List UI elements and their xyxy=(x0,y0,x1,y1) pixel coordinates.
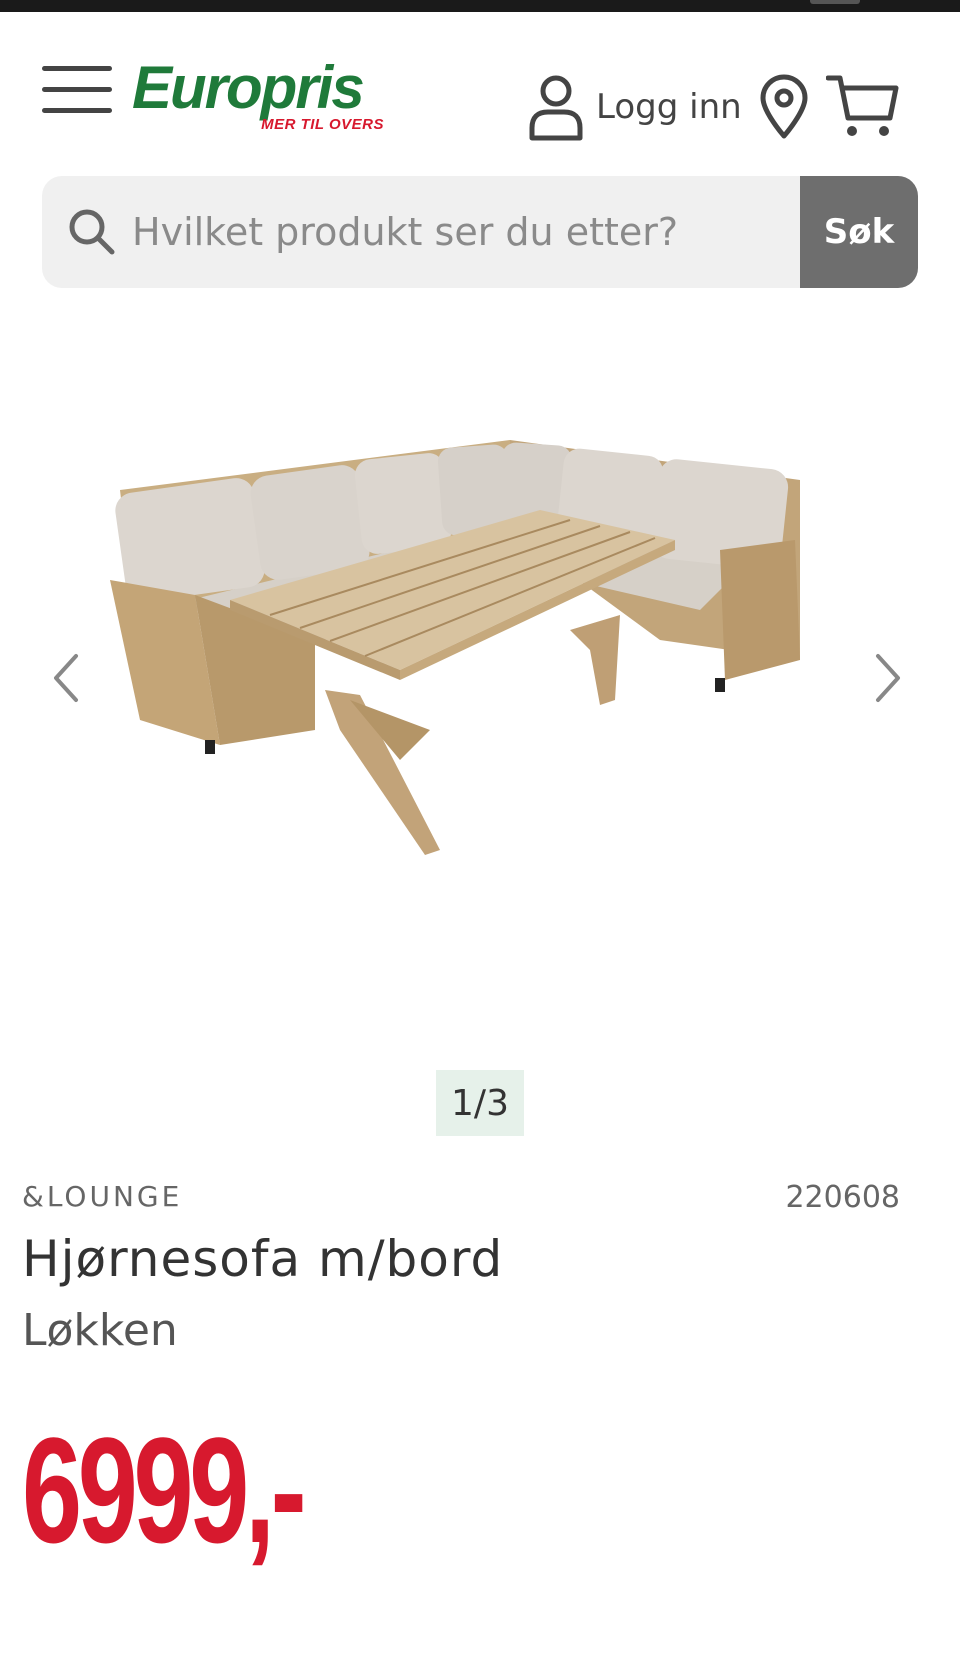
location-pin-icon[interactable] xyxy=(758,74,810,140)
product-sku: 220608 xyxy=(785,1180,900,1215)
menu-icon-line xyxy=(42,108,112,113)
product-title: Hjørnesofa m/bord xyxy=(22,1230,504,1288)
product-brand[interactable]: &LOUNGE xyxy=(22,1180,182,1213)
product-image xyxy=(110,440,800,855)
product-subtitle: Løkken xyxy=(22,1305,178,1356)
login-button[interactable]: Logg inn xyxy=(528,72,742,142)
logo-tagline: MER TIL OVERS xyxy=(261,116,384,133)
site-logo[interactable]: Europris MER TIL OVERS xyxy=(132,56,392,146)
image-counter: 1/3 xyxy=(436,1070,524,1136)
site-header: Europris MER TIL OVERS Logg inn xyxy=(0,12,960,162)
user-icon xyxy=(529,75,583,141)
menu-icon-line xyxy=(42,87,112,92)
product-gallery: 1/3 xyxy=(0,300,960,1140)
status-bar xyxy=(0,0,960,12)
product-price: 6999,- xyxy=(22,1406,307,1574)
login-label: Logg inn xyxy=(596,87,742,127)
chevron-right-icon[interactable] xyxy=(868,648,908,708)
search-icon xyxy=(69,209,115,255)
search-input[interactable] xyxy=(132,176,832,288)
chevron-left-icon[interactable] xyxy=(46,648,86,708)
search-button[interactable]: Søk xyxy=(800,176,918,288)
cart-icon[interactable] xyxy=(826,72,900,140)
menu-icon-line xyxy=(42,66,112,71)
search-bar: Søk xyxy=(42,176,918,288)
menu-icon[interactable] xyxy=(42,66,112,118)
status-bar-indicator xyxy=(810,0,860,4)
logo-wordmark: Europris xyxy=(132,54,365,121)
